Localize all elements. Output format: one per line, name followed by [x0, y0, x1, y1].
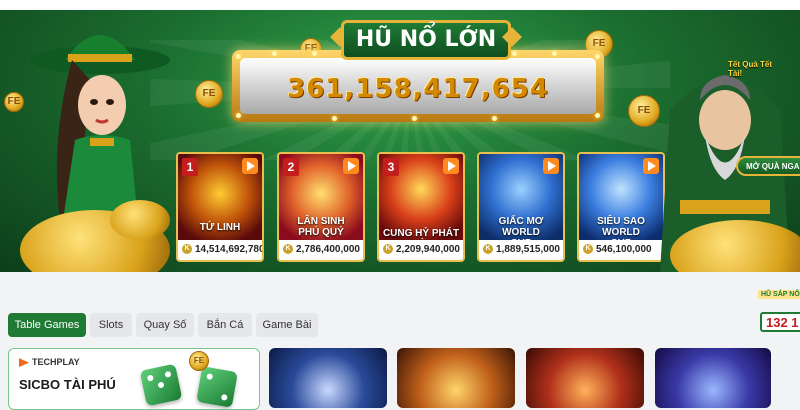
floating-coin-icon: FE	[195, 80, 223, 108]
jackpot-banner: FE FE FE FE FE 361,158,417,654 HŨ NỔ LỚN…	[0, 0, 800, 272]
gift-promo-label: Tết Quà Tết Tài!	[728, 60, 773, 78]
game-jackpot-amount: K 2,786,400,000	[279, 240, 363, 260]
jackpot-game-card[interactable]: 2 LÂN SINH PHÚ QUÝ K 2,786,400,000	[277, 152, 365, 262]
hot-badge-number: 132 1	[760, 312, 800, 332]
rank-badge: 2	[283, 158, 299, 176]
jackpot-value: 361,158,417,654	[287, 74, 549, 104]
game-name: LÂN SINH PHÚ QUÝ	[297, 216, 345, 238]
coin-icon: K	[283, 244, 293, 255]
dice-icon	[196, 366, 238, 408]
tab-slots[interactable]: Slots	[90, 313, 132, 337]
jackpot-game-card[interactable]: 3 CUNG HỶ PHÁT TÀI K2,209,940,000	[377, 152, 465, 262]
play-icon	[443, 158, 459, 174]
floating-coin-icon: FE	[189, 351, 209, 371]
game-name: TỨ LINH	[199, 222, 241, 233]
jackpot-game-card[interactable]: GIẤC MƠ WORLD CUP K1,889,515,000	[477, 152, 565, 262]
tab-ban-ca[interactable]: Bắn Cá	[198, 313, 252, 337]
play-icon	[543, 158, 559, 174]
open-gift-button[interactable]: MỞ QUÀ NGA	[736, 156, 800, 176]
jackpot-title: HŨ NỔ LỚN	[341, 20, 511, 60]
coin-pile-left-small	[110, 200, 170, 240]
game-thumbnail[interactable]	[269, 348, 387, 408]
game-thumbnail[interactable]	[397, 348, 515, 408]
coin-icon: K	[383, 244, 393, 255]
jackpot-title-badge: HŨ NỔ LỚN	[330, 18, 522, 64]
coin-icon: K	[182, 244, 192, 255]
rank-badge: 1	[182, 158, 198, 176]
hot-jackpot-badge[interactable]: HŨ SẮP NỔ 132 1	[748, 290, 800, 338]
featured-game-title: SICBO TÀI PHÚ	[19, 377, 116, 392]
game-jackpot-amount: K 14,514,692,780	[178, 240, 262, 260]
featured-game-card[interactable]: TECHPLAY SICBO TÀI PHÚ FE	[8, 348, 260, 410]
tab-game-bai[interactable]: Game Bài	[256, 313, 318, 337]
tab-table-games[interactable]: Table Games	[8, 313, 86, 337]
hot-badge-label: HŨ SẮP NỔ	[758, 290, 800, 299]
provider-label: TECHPLAY	[19, 357, 80, 368]
game-jackpot-amount: K 1,889,515,000	[479, 240, 563, 260]
play-icon	[343, 158, 359, 174]
play-icon	[242, 158, 258, 174]
coin-icon: K	[483, 244, 493, 255]
floating-coin-icon: FE	[4, 92, 24, 112]
coin-icon: K	[583, 244, 593, 255]
tab-quay-so[interactable]: Quay Số	[136, 313, 194, 337]
game-thumbnail[interactable]	[655, 348, 771, 408]
game-thumbnail[interactable]	[526, 348, 644, 408]
techplay-logo-icon	[19, 358, 29, 368]
jackpot-game-card[interactable]: 1 TỨ LINH K 14,514,692,780	[176, 152, 264, 262]
jackpot-counter-panel: 361,158,417,654	[240, 58, 596, 114]
rank-badge: 3	[383, 158, 399, 176]
game-jackpot-amount: K 2,209,940,000	[379, 240, 463, 260]
